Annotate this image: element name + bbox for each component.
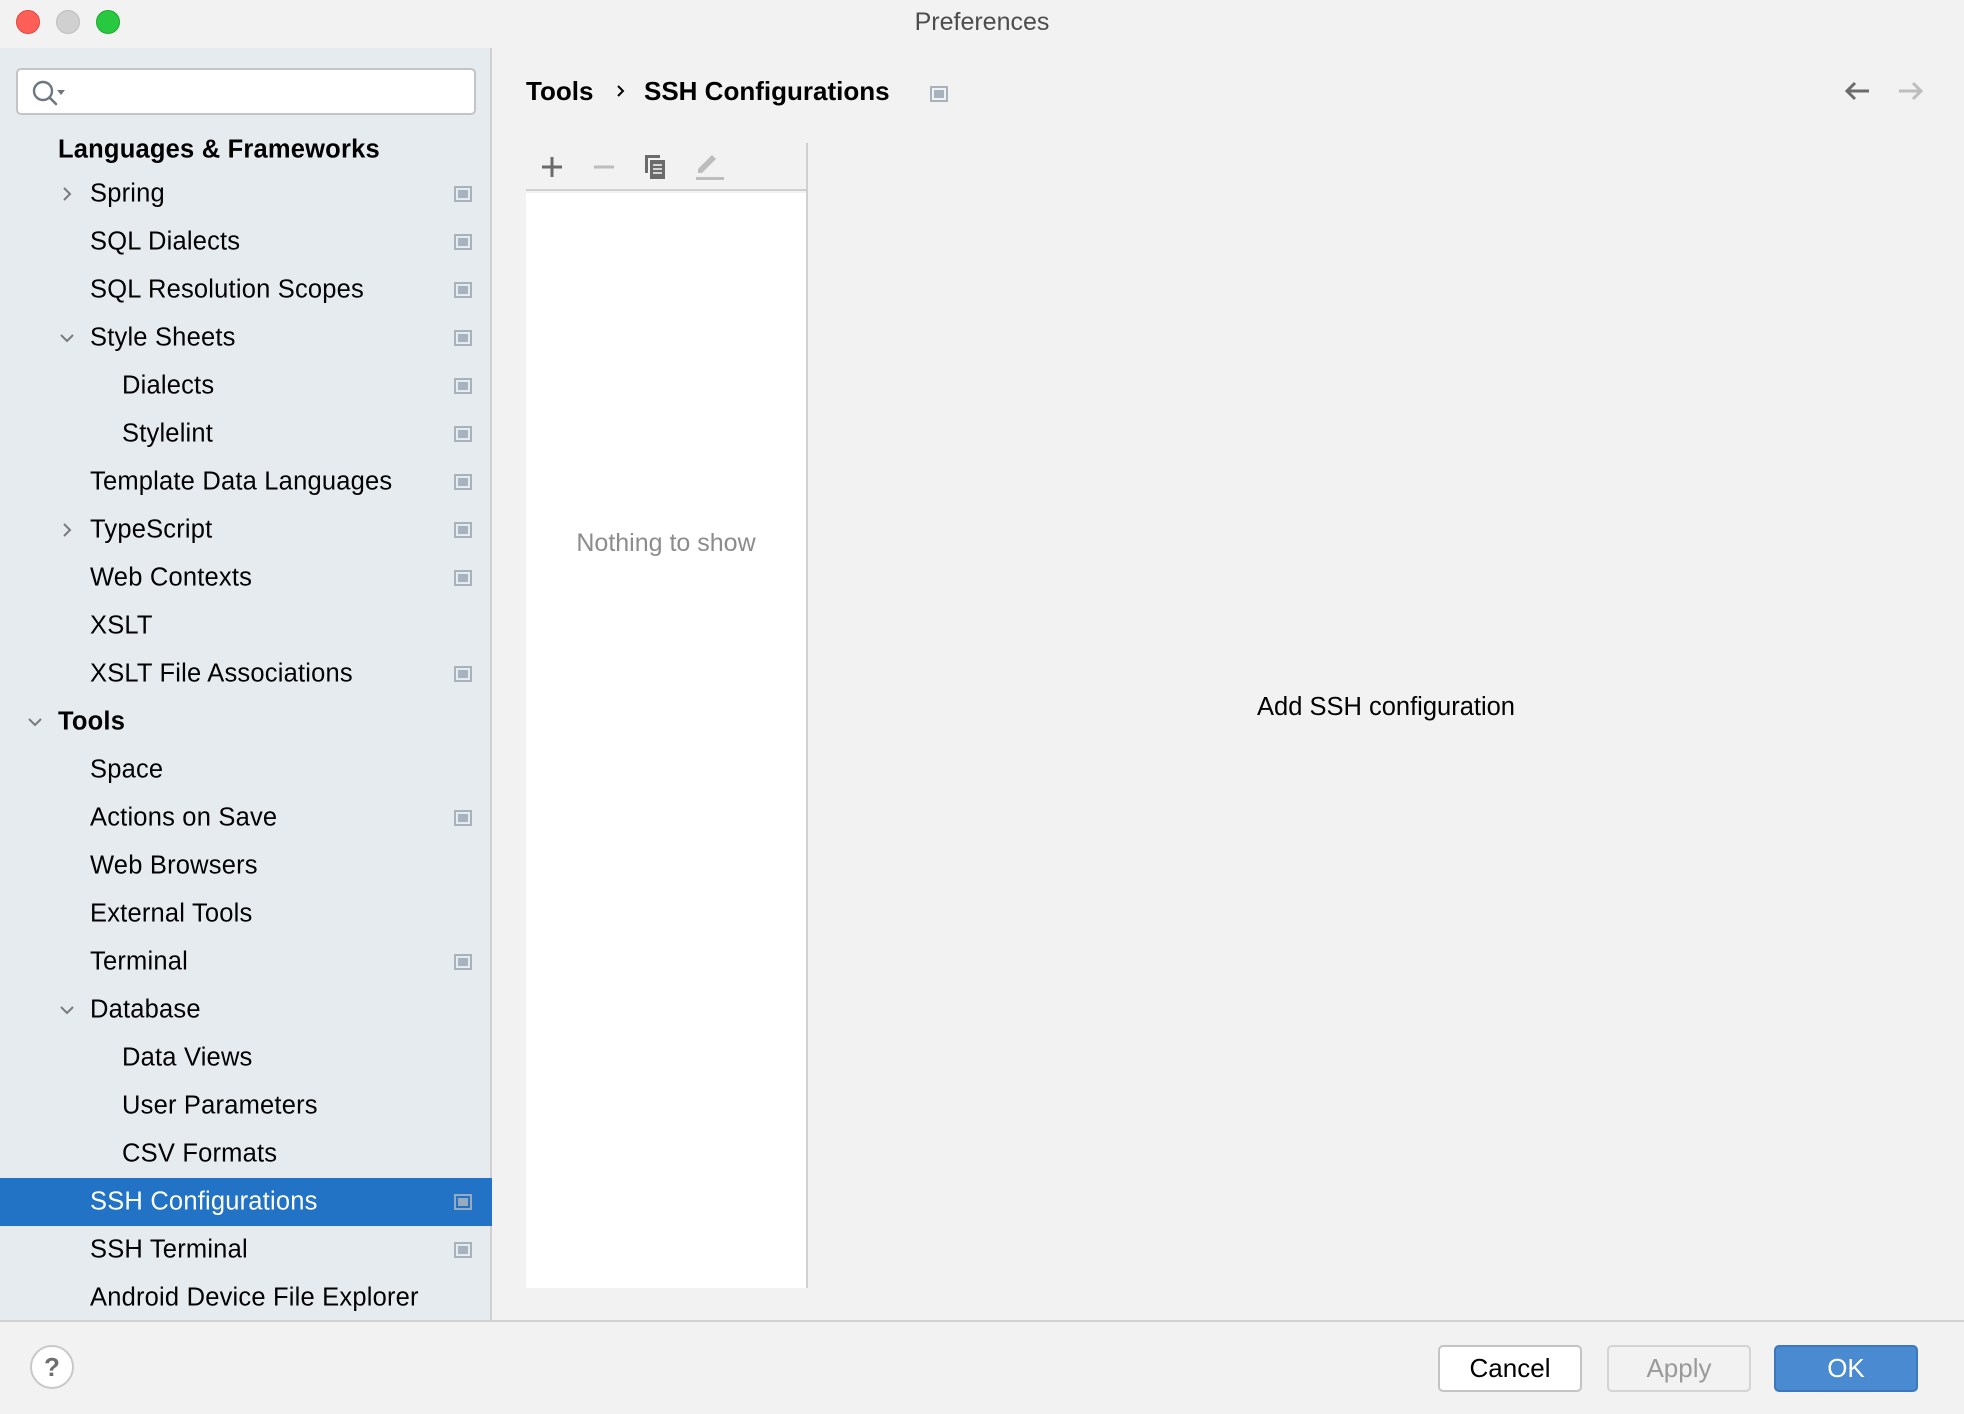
sidebar-item-label: Style Sheets (90, 323, 236, 352)
settings-search-field[interactable] (16, 68, 476, 115)
apply-button[interactable]: Apply (1607, 1345, 1751, 1392)
sidebar-item-label: TypeScript (90, 515, 213, 544)
sidebar-item-spring[interactable]: Spring (0, 170, 492, 218)
project-level-icon (454, 954, 472, 970)
project-level-icon (454, 186, 472, 202)
search-input[interactable] (78, 74, 466, 110)
sidebar-item-label: Languages & Frameworks (58, 135, 380, 164)
ok-button[interactable]: OK (1774, 1345, 1918, 1392)
sidebar-item-actions-on-save[interactable]: Actions on Save (0, 794, 492, 842)
sidebar-item-sql-resolution-scopes[interactable]: SQL Resolution Scopes (0, 266, 492, 314)
sidebar-item-external-tools[interactable]: External Tools (0, 890, 492, 938)
minus-icon[interactable] (588, 151, 620, 183)
project-level-icon (454, 810, 472, 826)
sidebar-item-space[interactable]: Space (0, 746, 492, 794)
sidebar-item-label: Space (90, 755, 164, 784)
sidebar-item-web-contexts[interactable]: Web Contexts (0, 554, 492, 602)
sidebar-item-sql-dialects[interactable]: SQL Dialects (0, 218, 492, 266)
back-arrow-icon[interactable] (1842, 76, 1872, 106)
add-ssh-configuration-hint: Add SSH configuration (1257, 693, 1515, 721)
project-level-icon (454, 330, 472, 346)
sidebar-item-web-browsers[interactable]: Web Browsers (0, 842, 492, 890)
sidebar-item-label: Template Data Languages (90, 467, 393, 496)
sidebar-item-dialects[interactable]: Dialects (0, 362, 492, 410)
sidebar-item-template-data-languages[interactable]: Template Data Languages (0, 458, 492, 506)
ssh-configurations-list-panel: Nothing to show (526, 143, 808, 1288)
project-level-icon (930, 86, 948, 102)
sidebar-item-label: XSLT (90, 611, 153, 640)
title-bar: Preferences (0, 0, 1964, 48)
pencil-icon[interactable] (692, 151, 724, 183)
settings-content: Tools SSH Configurations Nothing to show… (494, 48, 1964, 1320)
sidebar-item-label: CSV Formats (122, 1139, 278, 1168)
sidebar-item-typescript[interactable]: TypeScript (0, 506, 492, 554)
sidebar-item-label: Data Views (122, 1043, 253, 1072)
dialog-footer: ? Cancel Apply OK (0, 1320, 1964, 1414)
project-level-icon (454, 666, 472, 682)
copy-icon[interactable] (640, 151, 672, 183)
project-level-icon (454, 1194, 472, 1210)
search-icon (32, 80, 65, 106)
sidebar-item-label: Tools (58, 707, 126, 736)
chevron-right-icon[interactable] (58, 521, 76, 539)
sidebar-item-label: Web Contexts (90, 563, 253, 592)
sidebar-item-stylelint[interactable]: Stylelint (0, 410, 492, 458)
help-button[interactable]: ? (30, 1345, 74, 1389)
settings-sidebar: Languages & Frameworks Spring SQL Dialects… (0, 48, 492, 1320)
sidebar-item-label: SQL Dialects (90, 227, 241, 256)
chevron-down-icon[interactable] (26, 713, 44, 731)
ssh-configurations-list[interactable]: Nothing to show (526, 193, 806, 1288)
sidebar-item-database[interactable]: Database (0, 986, 492, 1034)
project-level-icon (454, 234, 472, 250)
sidebar-item-label: External Tools (90, 899, 253, 928)
sidebar-item-tools[interactable]: Tools (0, 698, 492, 746)
breadcrumb-parent[interactable]: Tools (526, 76, 593, 107)
breadcrumb-current: SSH Configurations (644, 76, 890, 106)
settings-tree: Languages & Frameworks Spring SQL Dialects… (0, 130, 492, 1322)
preferences-window: Preferences Languages & Frameworks Spring… (0, 0, 1964, 1414)
sidebar-item-label: Dialects (122, 371, 215, 400)
project-level-icon (454, 282, 472, 298)
sidebar-item-xslt-file-associations[interactable]: XSLT File Associations (0, 650, 492, 698)
window-title: Preferences (914, 8, 1050, 36)
sidebar-item-style-sheets[interactable]: Style Sheets (0, 314, 492, 362)
sidebar-item-android-device-file-explorer[interactable]: Android Device File Explorer (0, 1274, 492, 1322)
sidebar-item-ssh-terminal[interactable]: SSH Terminal (0, 1226, 492, 1274)
empty-list-text: Nothing to show (576, 529, 756, 557)
sidebar-item-label: Actions on Save (90, 803, 278, 832)
breadcrumb-separator-icon (617, 85, 625, 97)
sidebar-item-label: SQL Resolution Scopes (90, 275, 364, 304)
forward-arrow-icon[interactable] (1896, 76, 1926, 106)
chevron-down-icon[interactable] (58, 329, 76, 347)
sidebar-item-ssh-configurations[interactable]: SSH Configurations (0, 1178, 492, 1226)
sidebar-item-user-parameters[interactable]: User Parameters (0, 1082, 492, 1130)
sidebar-item-data-views[interactable]: Data Views (0, 1034, 492, 1082)
sidebar-item-label: Spring (90, 179, 165, 208)
sidebar-item-label: SSH Terminal (90, 1235, 248, 1264)
sidebar-item-label: Android Device File Explorer (90, 1283, 419, 1312)
plus-icon[interactable] (536, 151, 568, 183)
list-toolbar (526, 143, 806, 191)
sidebar-item-label: User Parameters (122, 1091, 318, 1120)
sidebar-item-terminal[interactable]: Terminal (0, 938, 492, 986)
cancel-button[interactable]: Cancel (1438, 1345, 1582, 1392)
sidebar-item-csv-formats[interactable]: CSV Formats (0, 1130, 492, 1178)
sidebar-item-languages-frameworks[interactable]: Languages & Frameworks (0, 130, 492, 170)
sidebar-item-label: Stylelint (122, 419, 214, 448)
chevron-down-icon[interactable] (58, 1001, 76, 1019)
sidebar-item-label: Web Browsers (90, 851, 258, 880)
project-level-icon (454, 426, 472, 442)
project-level-icon (454, 1242, 472, 1258)
sidebar-item-xslt[interactable]: XSLT (0, 602, 492, 650)
sidebar-item-label: SSH Configurations (90, 1187, 318, 1216)
project-level-icon (454, 474, 472, 490)
project-level-icon (454, 378, 472, 394)
project-level-icon (454, 522, 472, 538)
sidebar-item-label: Terminal (90, 947, 188, 976)
project-level-icon (454, 570, 472, 586)
sidebar-item-label: XSLT File Associations (90, 659, 353, 688)
chevron-right-icon[interactable] (58, 185, 76, 203)
sidebar-item-label: Database (90, 995, 201, 1024)
